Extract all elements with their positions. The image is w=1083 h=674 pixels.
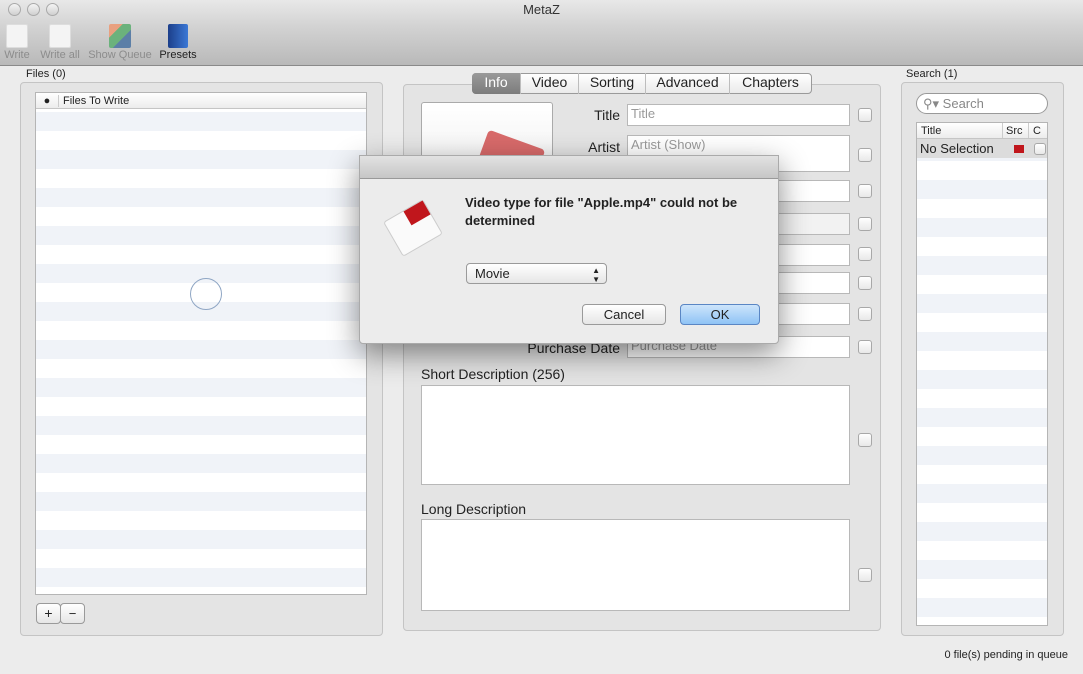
search-icon: ⚲▾ (923, 96, 940, 111)
title-label: Title (594, 107, 620, 123)
tab-video[interactable]: Video (521, 73, 579, 94)
tab-sorting[interactable]: Sorting (579, 73, 646, 94)
book-icon (168, 24, 188, 48)
write-label: Write (4, 49, 30, 61)
video-type-dialog: Video type for file "Apple.mp4" could no… (359, 155, 779, 344)
c-column-header[interactable]: C (1028, 123, 1041, 138)
search-results-table[interactable]: Title Src C No Selection (916, 122, 1048, 626)
artist-label: Artist (588, 139, 620, 155)
updown-arrows-icon: ▲ ▼ (592, 266, 600, 284)
metaz-app-icon (383, 199, 443, 257)
tab-info[interactable]: Info (472, 73, 521, 94)
show-queue-label: Show Queue (88, 49, 152, 61)
ok-button[interactable]: OK (680, 304, 760, 325)
result-title: No Selection (920, 141, 994, 156)
tab-chapters[interactable]: Chapters (730, 73, 811, 94)
window-title: MetaZ (523, 2, 560, 17)
video-type-selected: Movie (475, 266, 510, 281)
src-column-header[interactable]: Src (1002, 123, 1028, 138)
show-queue-button[interactable]: Show Queue (88, 24, 152, 61)
long-description-label: Long Description (421, 501, 527, 517)
presets-label: Presets (159, 49, 197, 61)
purchase-date-checkbox[interactable] (858, 340, 872, 354)
short-description-checkbox[interactable] (858, 433, 872, 447)
search-heading: Search (1) (906, 68, 958, 80)
checkbox-7[interactable] (858, 307, 872, 321)
tab-advanced[interactable]: Advanced (646, 73, 730, 94)
files-table[interactable]: ● Files To Write (35, 92, 367, 595)
title-column-header[interactable]: Title (917, 123, 1002, 138)
document-icon (6, 24, 28, 48)
write-all-label: Write all (40, 49, 80, 61)
files-column-header[interactable]: Files To Write (58, 95, 130, 107)
title-checkbox[interactable] (858, 108, 872, 122)
loading-spinner-icon (190, 278, 222, 310)
add-file-button[interactable]: + (36, 603, 61, 624)
search-field[interactable]: ⚲▾ Search (916, 93, 1048, 114)
title-bar: MetaZ Write Write all Show Queue Presets (0, 0, 1083, 66)
write-button[interactable]: Write (4, 24, 30, 61)
checkbox-4[interactable] (858, 217, 872, 231)
files-table-header: ● Files To Write (36, 93, 366, 109)
title-field[interactable]: Title (627, 104, 850, 126)
search-placeholder: Search (942, 96, 984, 111)
checkbox-6[interactable] (858, 276, 872, 290)
cancel-button[interactable]: Cancel (582, 304, 666, 325)
search-result-row[interactable]: No Selection (917, 139, 1047, 158)
search-table-header: Title Src C (917, 123, 1047, 139)
dialog-title-strip (360, 156, 778, 179)
video-type-popup[interactable]: Movie ▲ ▼ (466, 263, 607, 284)
short-description-field[interactable] (421, 385, 850, 485)
dialog-message: Video type for file "Apple.mp4" could no… (465, 195, 738, 228)
checkbox-3[interactable] (858, 184, 872, 198)
checkbox-5[interactable] (858, 247, 872, 261)
queue-icon (109, 24, 131, 48)
write-all-button[interactable]: Write all (38, 24, 82, 61)
documents-icon (49, 24, 71, 48)
artist-checkbox[interactable] (858, 148, 872, 162)
long-description-checkbox[interactable] (858, 568, 872, 582)
status-column-dot: ● (43, 95, 51, 107)
files-heading: Files (0) (26, 68, 66, 80)
source-tag-icon (1014, 144, 1024, 153)
long-description-field[interactable] (421, 519, 850, 611)
remove-file-button[interactable]: − (60, 603, 85, 624)
queue-status: 0 file(s) pending in queue (944, 649, 1068, 661)
result-checkbox[interactable] (1034, 142, 1046, 155)
presets-button[interactable]: Presets (158, 24, 198, 61)
short-description-label: Short Description (256) (421, 366, 565, 382)
